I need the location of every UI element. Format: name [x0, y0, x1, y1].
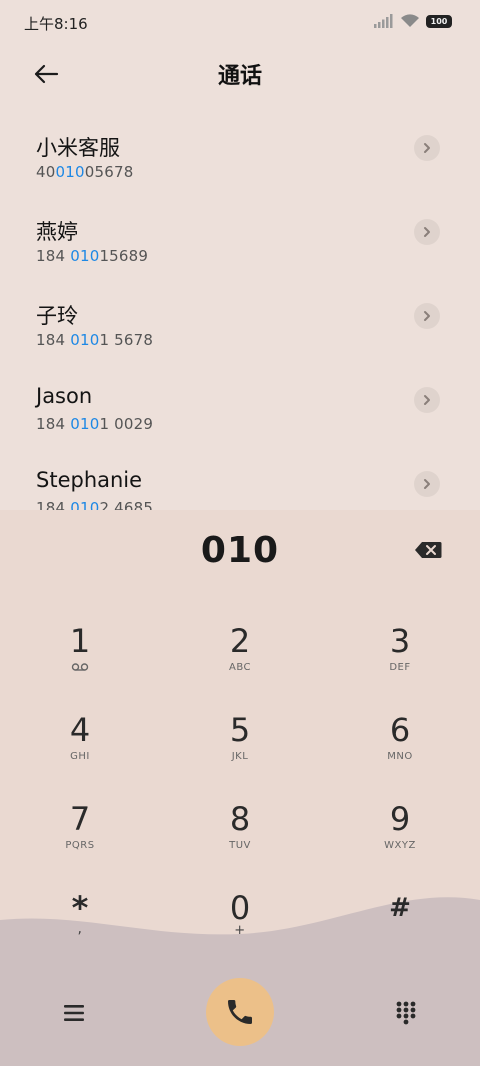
- key-3[interactable]: 3 DEF: [340, 622, 460, 702]
- key-letters: [340, 929, 460, 941]
- key-digit: 5: [229, 711, 251, 749]
- key-letters: WXYZ: [384, 840, 416, 851]
- key-2[interactable]: 2 ABC: [180, 622, 300, 702]
- contact-number: 4001005678: [36, 163, 133, 181]
- number-part: 184: [36, 247, 71, 265]
- key-letters: TUV: [229, 840, 251, 851]
- key-digit: 7: [69, 800, 91, 838]
- status-icons: 100: [374, 14, 452, 28]
- contact-row[interactable]: 燕婷 184 01015689: [0, 202, 480, 286]
- key-star[interactable]: * ,: [20, 889, 140, 969]
- contact-list: 小米客服 4001005678 燕婷 184 01015689 子玲 184 0…: [0, 118, 480, 510]
- key-digit: #: [389, 893, 411, 923]
- contact-name: Jason: [36, 384, 93, 408]
- contact-detail-button[interactable]: [414, 387, 440, 413]
- header: 通话: [0, 46, 480, 102]
- number-match-highlight: 010: [70, 415, 100, 433]
- dialpad-icon: [396, 1001, 416, 1025]
- contact-number: 184 0101 5678: [36, 331, 153, 349]
- key-hash[interactable]: #: [340, 889, 460, 969]
- key-5[interactable]: 5 JKL: [180, 711, 300, 791]
- keypad-toggle-button[interactable]: [388, 998, 424, 1028]
- contact-detail-button[interactable]: [414, 303, 440, 329]
- backspace-icon: [415, 542, 442, 558]
- key-digit: 2: [229, 622, 251, 660]
- chevron-right-icon: [424, 227, 430, 237]
- signal-icon: [374, 14, 393, 28]
- menu-icon: [64, 1005, 84, 1021]
- number-part: 15689: [99, 247, 149, 265]
- contact-name: 燕婷: [36, 220, 78, 244]
- contact-row[interactable]: Jason 184 0101 0029: [0, 370, 480, 454]
- number-part: 184: [36, 499, 71, 510]
- key-1[interactable]: 1: [20, 622, 140, 702]
- menu-button[interactable]: [56, 998, 92, 1028]
- number-match-highlight: 010: [55, 163, 85, 181]
- status-time: 上午8:16: [24, 15, 88, 33]
- key-digit: 3: [389, 622, 411, 660]
- key-0[interactable]: 0 +: [180, 889, 300, 969]
- contact-row[interactable]: 子玲 184 0101 5678: [0, 286, 480, 370]
- key-digit: 4: [69, 711, 91, 749]
- chevron-right-icon: [424, 479, 430, 489]
- key-4[interactable]: 4 GHI: [20, 711, 140, 791]
- voicemail-icon: [71, 663, 89, 671]
- number-part: 2 4685: [99, 499, 154, 510]
- contact-detail-button[interactable]: [414, 135, 440, 161]
- key-letters: +: [234, 923, 246, 938]
- key-letters: ABC: [228, 662, 251, 673]
- number-part: 184: [36, 415, 71, 433]
- contact-name: 子玲: [36, 304, 78, 328]
- key-7[interactable]: 7 PQRS: [20, 800, 140, 880]
- number-match-highlight: 010: [70, 247, 100, 265]
- call-button[interactable]: [206, 978, 274, 1046]
- key-letters: [20, 662, 140, 675]
- key-letters: GHI: [70, 751, 90, 762]
- key-letters: JKL: [231, 751, 249, 762]
- contact-number: 184 0101 0029: [36, 415, 153, 433]
- dialer-panel: 010 1 2 ABC 3 DEF 4 GHI 5 JKL 6 MNO 7 PQ…: [0, 510, 480, 1066]
- status-bar: 上午8:16 100: [0, 0, 480, 46]
- dialed-number: 010: [200, 530, 280, 571]
- contact-name: Stephanie: [36, 468, 143, 492]
- contact-detail-button[interactable]: [414, 471, 440, 497]
- page-title: 通话: [217, 64, 262, 89]
- number-part: 184: [36, 331, 71, 349]
- battery-icon: 100: [426, 14, 452, 28]
- key-digit: 8: [229, 800, 251, 838]
- key-letters: PQRS: [65, 840, 95, 851]
- key-letters: DEF: [389, 662, 411, 673]
- key-letters: MNO: [387, 751, 413, 762]
- chevron-right-icon: [424, 311, 430, 321]
- chevron-right-icon: [424, 395, 430, 405]
- bottom-action-bar: [0, 968, 480, 1058]
- key-digit: 1: [69, 622, 91, 660]
- key-6[interactable]: 6 MNO: [340, 711, 460, 791]
- number-part: 05678: [84, 163, 134, 181]
- chevron-right-icon: [424, 143, 430, 153]
- key-digit: 0: [229, 889, 251, 927]
- key-9[interactable]: 9 WXYZ: [340, 800, 460, 880]
- contact-detail-button[interactable]: [414, 219, 440, 245]
- key-8[interactable]: 8 TUV: [180, 800, 300, 880]
- number-part: 1 5678: [99, 331, 154, 349]
- contact-number: 184 0102 4685: [36, 499, 153, 510]
- contact-number: 184 01015689: [36, 247, 148, 265]
- number-part: 1 0029: [99, 415, 154, 433]
- number-part: 40: [36, 163, 56, 181]
- key-letters: ,: [77, 921, 83, 937]
- contact-row[interactable]: 小米客服 4001005678: [0, 118, 480, 202]
- backspace-button[interactable]: [412, 538, 444, 562]
- key-digit: 9: [389, 800, 411, 838]
- contact-row[interactable]: Stephanie 184 0102 4685: [0, 454, 480, 510]
- number-match-highlight: 010: [70, 499, 100, 510]
- key-digit: 6: [389, 711, 411, 749]
- wifi-icon: [401, 14, 419, 27]
- phone-icon: [228, 1000, 252, 1024]
- contact-name: 小米客服: [36, 136, 120, 160]
- number-match-highlight: 010: [70, 331, 100, 349]
